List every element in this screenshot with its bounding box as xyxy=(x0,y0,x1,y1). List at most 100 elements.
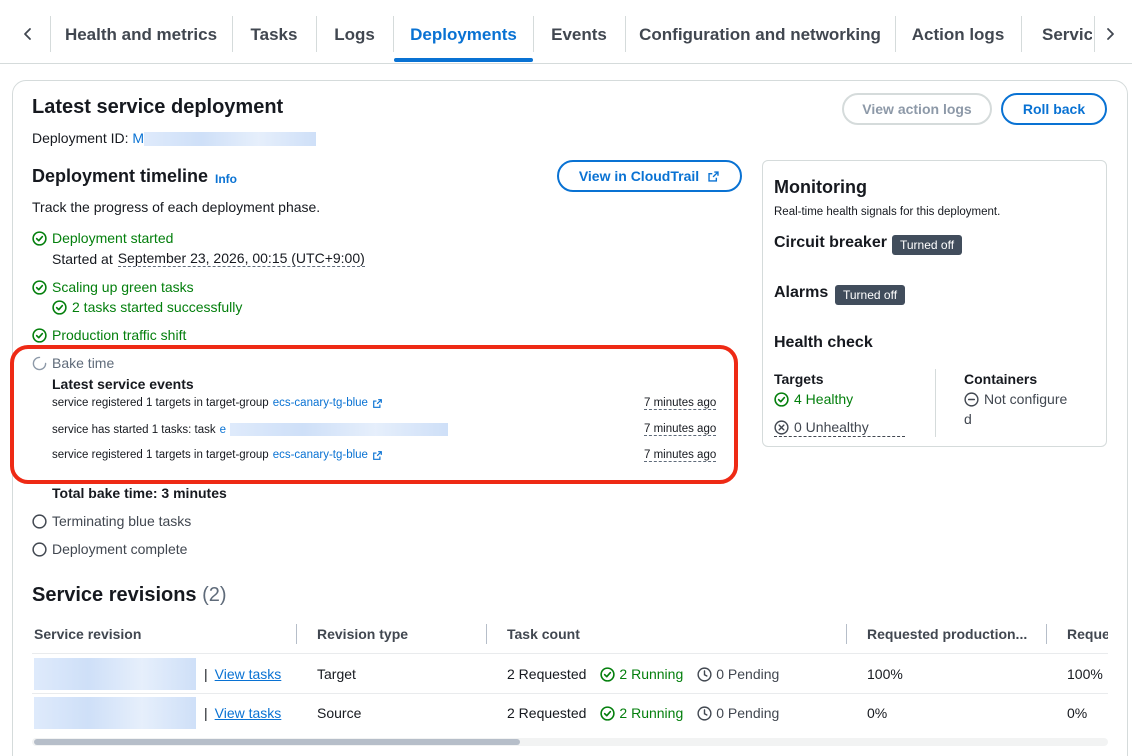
view-action-logs-button[interactable]: View action logs xyxy=(842,93,992,125)
status-badge: Turned off xyxy=(835,285,906,305)
step-scaling-up-green-tasks: Scaling up green tasks xyxy=(32,279,194,295)
tab-logs[interactable]: Logs xyxy=(316,16,393,54)
revision-type: Target xyxy=(317,666,356,682)
monitoring-title: Monitoring xyxy=(774,177,867,197)
column-divider[interactable] xyxy=(486,624,487,644)
chevron-left-icon[interactable] xyxy=(16,22,40,46)
containers-label: Containers xyxy=(964,371,1038,387)
step-label: Terminating blue tasks xyxy=(52,513,192,529)
view-tasks-link[interactable]: View tasks xyxy=(215,705,282,721)
scaling-detail: 2 tasks started successfully xyxy=(52,299,242,315)
cloudtrail-button-label: View in CloudTrail xyxy=(578,168,700,184)
row-divider xyxy=(32,653,1108,654)
tab-service[interactable]: Service xyxy=(1042,16,1092,54)
redacted-block xyxy=(34,658,196,690)
requested-value: 100% xyxy=(1067,666,1103,682)
monitoring-subtitle: Real-time health signals for this deploy… xyxy=(774,206,1001,218)
running-count: 2 Running xyxy=(619,666,684,682)
active-tab-indicator xyxy=(394,58,533,62)
clock-icon xyxy=(697,706,712,721)
table-row: | View tasks xyxy=(34,697,281,729)
cell-separator: | xyxy=(204,666,208,682)
service-revisions-label: Service revisions xyxy=(32,584,197,606)
started-at-row: Started at September 23, 2026, 00:15 (UT… xyxy=(52,250,365,267)
tab-health-and-metrics[interactable]: Health and metrics xyxy=(50,16,232,54)
check-circle-icon xyxy=(774,392,789,407)
column-header-revision-type[interactable]: Revision type xyxy=(317,626,408,642)
health-check-label: Health check xyxy=(774,334,873,351)
tab-action-logs[interactable]: Action logs xyxy=(895,16,1021,54)
deployment-id: Deployment ID: M xyxy=(32,130,317,147)
step-label: Scaling up green tasks xyxy=(52,279,194,295)
containers-value: Not configure xyxy=(984,391,1068,407)
check-circle-icon xyxy=(32,231,47,246)
timeline-subtitle: Track the progress of each deployment ph… xyxy=(32,199,321,215)
check-circle-icon xyxy=(32,328,47,343)
column-divider[interactable] xyxy=(846,624,847,644)
running-count: 2 Running xyxy=(619,705,684,721)
row-divider xyxy=(32,693,1108,694)
empty-circle-icon xyxy=(32,542,47,557)
deployment-id-label: Deployment ID: xyxy=(32,130,129,146)
tab-configuration-and-networking[interactable]: Configuration and networking xyxy=(625,16,895,54)
check-circle-icon xyxy=(600,667,615,682)
table-row: | View tasks xyxy=(34,658,281,690)
requested-production: 100% xyxy=(867,666,903,682)
tab-events[interactable]: Events xyxy=(533,16,625,54)
step-deployment-started: Deployment started xyxy=(32,230,173,246)
tab-divider xyxy=(1021,16,1022,52)
redacted-block xyxy=(144,132,317,147)
step-label: Deployment started xyxy=(52,230,174,246)
timeline-title: Deployment timeline xyxy=(32,166,209,186)
pending-count: 0 Pending xyxy=(716,666,780,682)
column-header-requested-production[interactable]: Requested production... xyxy=(867,626,1029,642)
view-tasks-link[interactable]: View tasks xyxy=(215,666,282,682)
alarms-label: Alarms xyxy=(774,284,829,301)
column-header-task-count[interactable]: Task count xyxy=(507,626,580,642)
circuit-breaker-label: Circuit breaker xyxy=(774,234,887,251)
revision-type: Source xyxy=(317,705,362,721)
step-production-traffic-shift: Production traffic shift xyxy=(32,327,186,343)
tab-deployments[interactable]: Deployments xyxy=(394,16,533,54)
chevron-right-icon[interactable] xyxy=(1098,22,1122,46)
check-circle-icon xyxy=(52,300,67,315)
column-divider[interactable] xyxy=(1046,624,1047,644)
check-circle-icon xyxy=(32,280,47,295)
service-revisions-title: Service revisions (2) xyxy=(32,584,227,607)
tab-tasks[interactable]: Tasks xyxy=(232,16,316,54)
roll-back-button[interactable]: Roll back xyxy=(1001,93,1107,125)
healthy-label: 4 Healthy xyxy=(794,391,854,407)
external-link-icon xyxy=(707,170,720,183)
scaling-detail-label: 2 tasks started successfully xyxy=(72,299,243,315)
deployment-id-value[interactable]: M xyxy=(132,130,144,146)
view-in-cloudtrail-button[interactable]: View in CloudTrail xyxy=(557,160,742,192)
page-title: Latest service deployment xyxy=(32,96,284,118)
divider xyxy=(935,369,936,437)
step-label: Production traffic shift xyxy=(52,327,187,343)
cell-separator: | xyxy=(204,705,208,721)
containers-value-wrap: d xyxy=(964,411,972,427)
column-divider[interactable] xyxy=(296,624,297,644)
info-link[interactable]: Info xyxy=(215,172,237,186)
task-count: 2 Requested 2 Running 0 Pending xyxy=(507,666,779,682)
tab-divider xyxy=(1094,16,1095,52)
started-at-label: Started at xyxy=(52,250,113,267)
step-terminating-blue-tasks: Terminating blue tasks xyxy=(32,513,191,529)
highlight-annotation xyxy=(10,345,738,484)
unhealthy-label: 0 Unhealthy xyxy=(794,419,869,435)
empty-circle-icon xyxy=(32,514,47,529)
task-count: 2 Requested 2 Running 0 Pending xyxy=(507,705,779,721)
clock-icon xyxy=(697,667,712,682)
minus-circle-icon xyxy=(964,392,979,407)
column-header-reque[interactable]: Reque xyxy=(1067,626,1108,642)
total-bake-time: Total bake time: 3 minutes xyxy=(52,485,227,501)
redacted-block xyxy=(34,697,196,729)
scrollbar-thumb[interactable] xyxy=(34,739,520,745)
requested-value: 0% xyxy=(1067,705,1088,721)
step-label: Deployment complete xyxy=(52,541,188,557)
tab-bar: Health and metrics Tasks Logs Deployment… xyxy=(0,0,1132,64)
started-at-timestamp: September 23, 2026, 00:15 (UTC+9:00) xyxy=(117,250,365,267)
column-header-service-revision[interactable]: Service revision xyxy=(34,626,141,642)
unhealthy-count[interactable]: 0 Unhealthy xyxy=(774,419,905,437)
pending-count: 0 Pending xyxy=(716,705,780,721)
